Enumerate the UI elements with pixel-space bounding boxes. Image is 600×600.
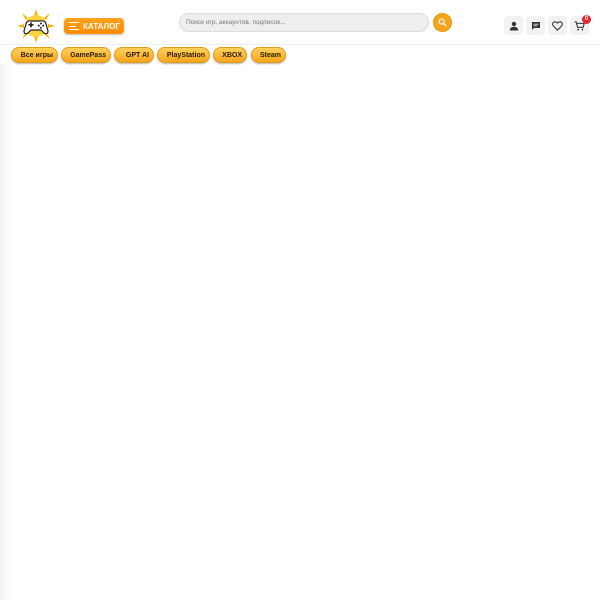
chat-icon — [531, 21, 540, 30]
profile-button[interactable] — [504, 16, 523, 35]
category-chip-label: Все игры — [20, 51, 53, 59]
category-chip-xbox[interactable]: XBOX — [213, 47, 247, 63]
page-edge-shadow — [0, 64, 12, 600]
category-chip-all-games[interactable]: Все игры — [11, 47, 58, 63]
catalog-button-label: КАТАЛОГ — [83, 21, 120, 31]
cart-count-badge: 0 — [582, 15, 591, 24]
site-logo[interactable] — [17, 9, 55, 43]
gamepad-sun-logo-icon — [17, 9, 55, 43]
category-chip-label: PlayStation — [166, 51, 205, 59]
user-icon — [509, 21, 518, 30]
search-button[interactable] — [433, 13, 452, 32]
category-chip-label: Steam — [259, 51, 281, 59]
favorites-button[interactable] — [548, 16, 567, 35]
messages-button[interactable] — [526, 16, 545, 35]
category-chip-label: GPT AI — [125, 51, 149, 59]
category-chip-label: XBOX — [222, 51, 242, 59]
category-chip-gamepass[interactable]: GamePass — [61, 47, 111, 63]
search-input[interactable] — [179, 13, 429, 32]
category-chip-label: GamePass — [70, 51, 106, 59]
category-chip-gpt-ai[interactable]: GPT AI — [114, 47, 154, 63]
menu-icon — [69, 22, 79, 30]
catalog-button[interactable]: КАТАЛОГ — [64, 18, 124, 34]
site-header: КАТАЛОГ 0 — [0, 0, 600, 45]
search-icon — [438, 18, 447, 27]
category-chip-steam[interactable]: Steam — [251, 47, 286, 63]
category-chip-playstation[interactable]: PlayStation — [157, 47, 210, 63]
heart-icon — [552, 20, 563, 31]
